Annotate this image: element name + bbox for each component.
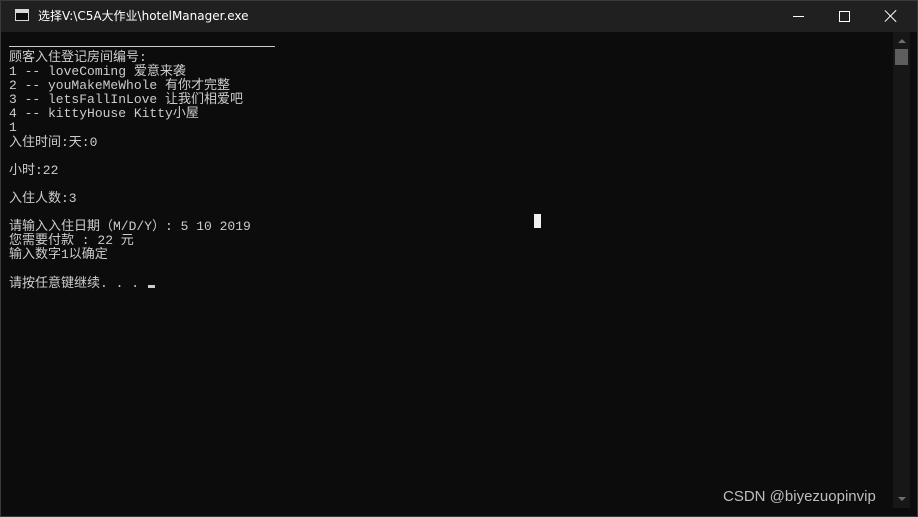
minimize-icon	[793, 16, 804, 17]
minimize-button[interactable]	[776, 1, 822, 32]
separator-line	[9, 46, 275, 47]
ibeam-cursor-icon	[534, 214, 541, 228]
console-line: 2 -- youMakeMeWhole 有你才完整	[9, 78, 231, 94]
text-cursor	[147, 284, 155, 288]
console-line: 输入数字1以确定	[9, 247, 108, 263]
continue-prompt: 请按任意键继续. . .	[9, 275, 147, 291]
close-button[interactable]	[868, 1, 914, 32]
scroll-thumb[interactable]	[895, 49, 908, 65]
watermark: CSDN @biyezuopinvip	[723, 488, 876, 505]
console-line: 小时:22	[9, 162, 59, 178]
maximize-icon	[839, 11, 850, 22]
console-window: 选择V:\C5A大作业\hotelManager.exe 顾客入住登记房间编号:…	[0, 0, 918, 517]
scroll-down-icon[interactable]	[893, 491, 910, 508]
console-line: 4 -- kittyHouse Kitty小屋	[9, 106, 199, 122]
close-icon	[884, 9, 898, 23]
maximize-button[interactable]	[822, 1, 868, 32]
console-line: 顾客入住登记房间编号:	[9, 50, 147, 65]
title-bar[interactable]: 选择V:\C5A大作业\hotelManager.exe	[1, 1, 917, 32]
console-line: 入住人数:3	[9, 190, 77, 206]
vertical-scrollbar[interactable]	[893, 32, 910, 508]
console-window-icon[interactable]	[15, 9, 29, 21]
console-prompt-line: 请按任意键继续. . .	[9, 275, 889, 291]
console-line: 1	[9, 120, 17, 136]
console-line: 3 -- letsFallInLove 让我们相爱吧	[9, 92, 244, 108]
console-line: 您需要付款 : 22 元	[9, 233, 134, 249]
console-line: 1 -- loveComing 爱意来袭	[9, 64, 186, 80]
scroll-up-icon[interactable]	[893, 32, 910, 49]
console-line: 请输入入住日期（M/D/Y）: 5 10 2019	[9, 219, 251, 235]
console-line: 入住时间:天:0	[9, 134, 98, 150]
window-title: 选择V:\C5A大作业\hotelManager.exe	[38, 9, 249, 23]
console-output[interactable]: 顾客入住登记房间编号: 1 -- loveComing 爱意来袭 2 -- yo…	[9, 37, 889, 507]
